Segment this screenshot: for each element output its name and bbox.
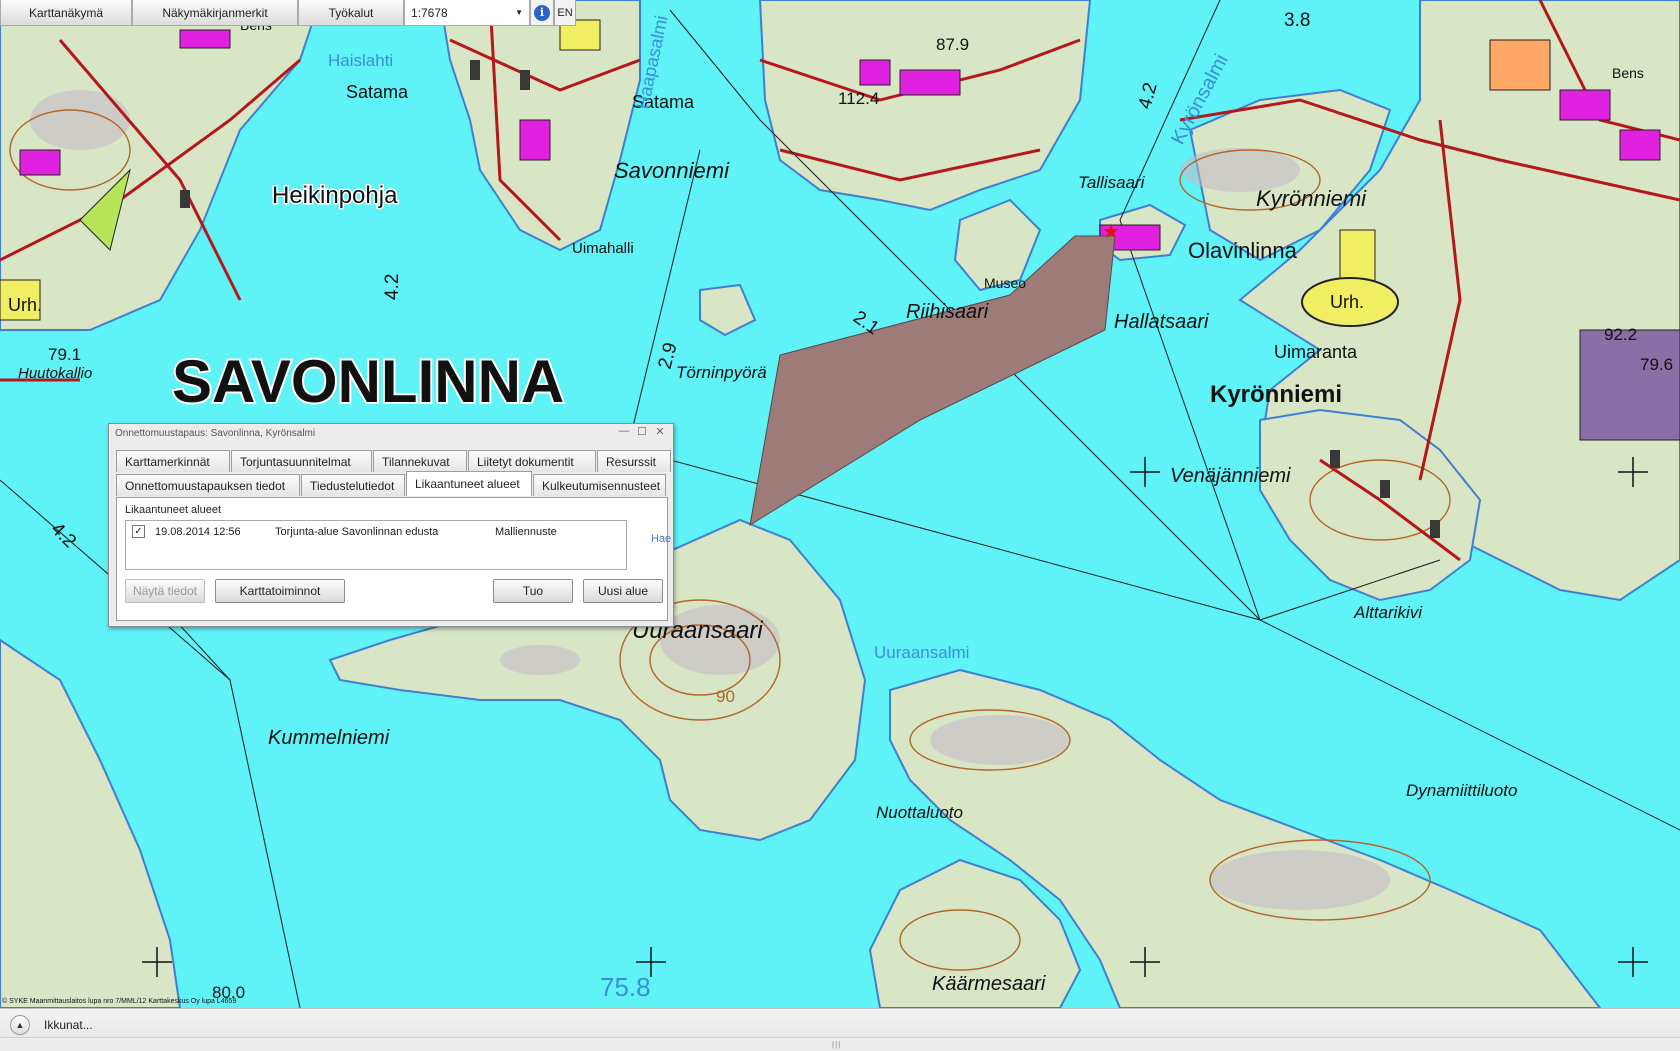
svg-text:Kyrönniemi: Kyrönniemi (1256, 186, 1367, 211)
list-item[interactable]: ✓ 19.08.2014 12:56 Torjunta-alue Savonli… (132, 525, 557, 538)
svg-text:Uimahalli: Uimahalli (572, 240, 634, 257)
import-button[interactable]: Tuo (493, 579, 573, 603)
svg-text:92.2: 92.2 (1604, 325, 1637, 344)
tab-karttamerkinnat[interactable]: Karttamerkinnät (116, 450, 230, 472)
hae-link[interactable]: Hae (651, 533, 671, 545)
minimize-icon[interactable]: — (617, 425, 631, 438)
row-date: 19.08.2014 12:56 (155, 525, 241, 538)
svg-text:Venäjänniemi: Venäjänniemi (1170, 465, 1291, 487)
svg-text:Kummelniemi: Kummelniemi (268, 727, 390, 749)
top-toolbar: Karttanäkymä Näkymäkirjanmerkit Työkalut… (0, 0, 576, 26)
copyright-text: © SYKE Maanmittauslaitos lupa nro 7/MML/… (2, 998, 237, 1005)
map-functions-button[interactable]: Karttatoiminnot (215, 579, 345, 603)
horizontal-scrollbar[interactable]: ||| (0, 1037, 1680, 1051)
scale-value: 1:7678 (411, 5, 448, 20)
bottom-bar: ▲ Ikkunat... ||| (0, 1008, 1680, 1051)
tab-kulkeutumisennusteet[interactable]: Kulkeutumisennusteet (533, 474, 666, 496)
tab-onnettomuustapauksen-tiedot[interactable]: Onnettomuustapauksen tiedot (116, 474, 300, 496)
svg-text:Savonniemi: Savonniemi (614, 158, 730, 183)
close-icon[interactable]: ✕ (653, 425, 667, 438)
svg-text:Törninpyörä: Törninpyörä (676, 363, 767, 382)
show-details-button[interactable]: Näytä tiedot (125, 579, 205, 603)
svg-text:79.6: 79.6 (1640, 355, 1673, 374)
svg-text:Uuraansalmi: Uuraansalmi (874, 643, 969, 662)
tab-liitetyt-dokumentit[interactable]: Liitetyt dokumentit (468, 450, 596, 472)
tab-tiedustelutiedot[interactable]: Tiedustelutiedot (301, 474, 405, 496)
scroll-grip-icon[interactable]: ||| (832, 1040, 841, 1049)
svg-text:Hallatsaari: Hallatsaari (1114, 311, 1209, 333)
city-label: SAVONLINNA (172, 348, 564, 415)
polluted-areas-list: ✓ 19.08.2014 12:56 Torjunta-alue Savonli… (125, 520, 627, 570)
row-name: Torjunta-alue Savonlinnan edusta (275, 525, 439, 538)
language-button[interactable]: EN (554, 0, 576, 26)
svg-text:Kyrönniemi: Kyrönniemi (1210, 381, 1342, 408)
svg-text:Satama: Satama (346, 82, 409, 102)
tab-likaantuneet-alueet[interactable]: Likaantuneet alueet (406, 471, 532, 496)
tab-tilannekuvat[interactable]: Tilannekuvat (373, 450, 467, 472)
svg-text:Dynamiittiluoto: Dynamiittiluoto (1406, 781, 1518, 800)
svg-text:Olavinlinna: Olavinlinna (1188, 238, 1298, 263)
info-icon: i (534, 4, 550, 21)
tab-panel: Likaantuneet alueet ✓ 19.08.2014 12:56 T… (116, 497, 671, 621)
svg-text:Käärmesaari: Käärmesaari (932, 973, 1046, 995)
row-checkbox[interactable]: ✓ (132, 525, 145, 538)
svg-text:Tallisaari: Tallisaari (1078, 173, 1146, 192)
svg-text:Riihisaari: Riihisaari (906, 301, 989, 323)
expand-up-icon[interactable]: ▲ (10, 1015, 30, 1035)
incident-dialog: Onnettomuustapaus: Savonlinna, Kyrönsalm… (108, 423, 674, 627)
svg-text:Alttarikivi: Alttarikivi (1353, 603, 1423, 622)
menu-karttanakyma[interactable]: Karttanäkymä (0, 0, 132, 26)
svg-text:87.9: 87.9 (936, 35, 969, 54)
svg-text:Huutokallio: Huutokallio (18, 365, 92, 382)
svg-text:79.1: 79.1 (48, 345, 81, 364)
svg-text:Bens: Bens (1612, 65, 1644, 81)
new-area-button[interactable]: Uusi alue (583, 579, 663, 603)
tab-torjuntasuunnitelmat[interactable]: Torjuntasuunnitelmat (231, 450, 372, 472)
maximize-icon[interactable]: ☐ (635, 425, 649, 438)
svg-text:3.8: 3.8 (1284, 10, 1310, 31)
menu-nakymakirjanmerkit[interactable]: Näkymäkirjanmerkit (132, 0, 298, 26)
row-type: Malliennuste (495, 525, 557, 538)
svg-text:Nuottaluoto: Nuottaluoto (876, 803, 963, 822)
svg-text:90: 90 (716, 687, 735, 706)
svg-text:Urh.: Urh. (1330, 292, 1364, 312)
svg-text:112.4: 112.4 (838, 89, 879, 108)
svg-text:Haislahti: Haislahti (328, 51, 393, 70)
windows-menu[interactable]: Ikkunat... (44, 1018, 93, 1032)
svg-text:Urh.: Urh. (8, 295, 42, 315)
svg-text:Heikinpohja: Heikinpohja (272, 182, 398, 209)
svg-text:Uimaranta: Uimaranta (1274, 342, 1358, 362)
info-button[interactable]: i (530, 0, 554, 26)
svg-text:75.8: 75.8 (600, 972, 651, 1002)
scale-select[interactable]: 1:7678 ▼ (404, 0, 530, 26)
incident-star-icon[interactable]: ★ (1102, 221, 1120, 243)
tab-resurssit[interactable]: Resurssit (597, 450, 671, 472)
svg-text:Museo: Museo (984, 275, 1026, 291)
dialog-title: Onnettomuustapaus: Savonlinna, Kyrönsalm… (115, 428, 316, 439)
menu-tyokalut[interactable]: Työkalut (298, 0, 404, 26)
svg-text:4.2: 4.2 (382, 274, 403, 300)
chevron-down-icon: ▼ (515, 8, 523, 17)
section-label: Likaantuneet alueet (125, 504, 222, 516)
